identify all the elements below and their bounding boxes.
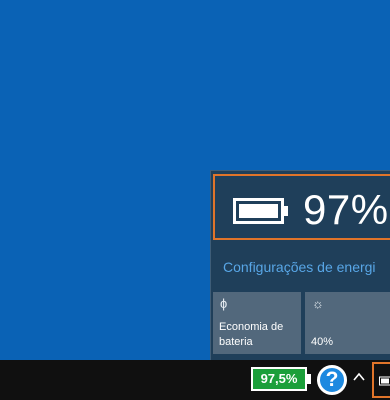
brightness-icon: ☼ <box>312 296 324 311</box>
battery-percentage-badge[interactable]: 97,5% <box>251 367 307 391</box>
battery-saver-tile[interactable]: ɸ Economia de bateria <box>213 292 301 354</box>
battery-status-header: 97% <box>213 174 390 240</box>
battery-icon <box>379 376 390 386</box>
tray-battery-button[interactable] <box>372 362 390 398</box>
battery-badge-terminal <box>307 374 311 384</box>
battery-icon <box>233 198 289 229</box>
brightness-tile[interactable]: ☼ 40% <box>305 292 390 354</box>
leaf-icon: ɸ <box>220 296 228 311</box>
brightness-label: 40% <box>311 336 334 348</box>
battery-saver-label: Economia de bateria <box>219 321 284 348</box>
taskbar: 97,5% ? <box>0 360 390 400</box>
battery-flyout: 97% Configurações de energi ɸ Economia d… <box>210 170 390 360</box>
battery-percent: 97% <box>303 186 389 233</box>
power-settings-link[interactable]: Configurações de energi <box>223 259 376 275</box>
chevron-up-icon[interactable] <box>352 370 366 389</box>
help-button[interactable]: ? <box>317 365 347 395</box>
